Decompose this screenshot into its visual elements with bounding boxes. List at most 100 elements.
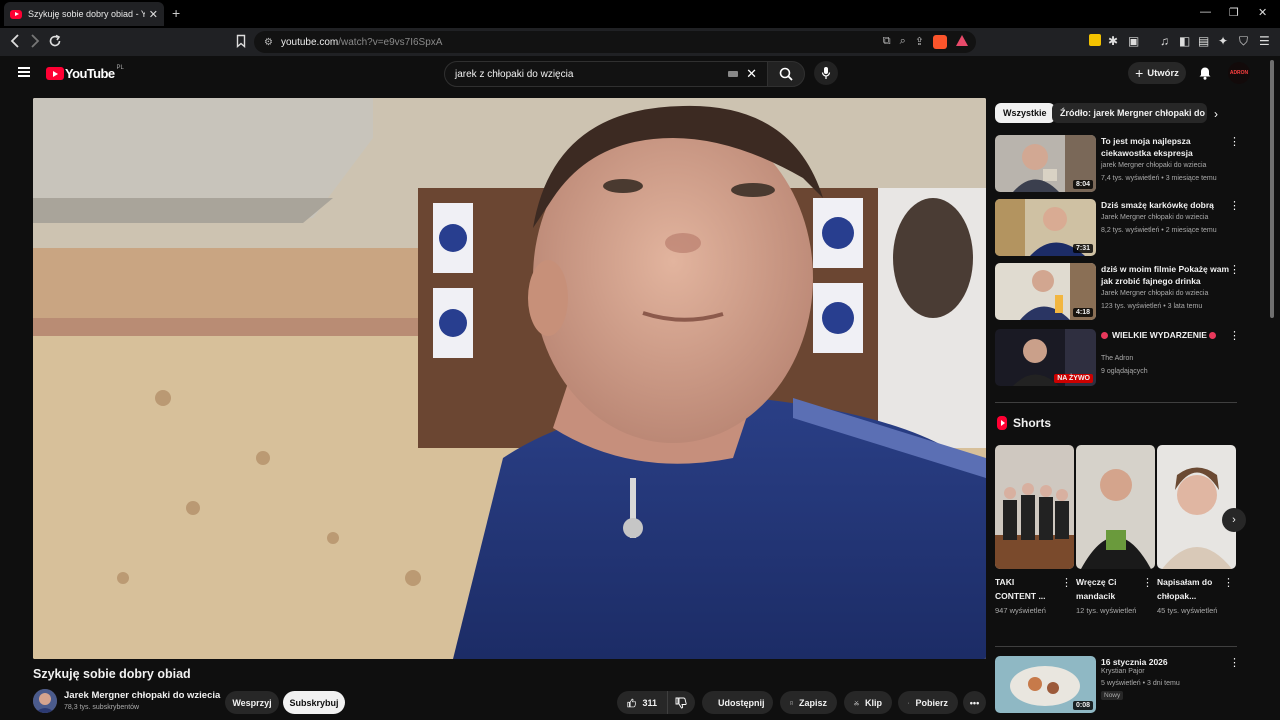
clip-label: Klip [865,697,882,708]
recommendation-item[interactable]: 7:31 Dziś smażę karkówkę dobrą Jarek Mer… [995,199,1240,259]
short-item[interactable]: Wręczę Ci mandacik 12 tys. wyświetleń ⋮ [1076,445,1155,615]
channel-avatar[interactable] [33,689,57,713]
share-page-icon[interactable]: ⇪ [915,35,924,49]
video-duration: 8:04 [1072,180,1093,189]
clip-button[interactable]: Klip [844,691,892,714]
music-icon[interactable]: ♫ [1160,34,1169,48]
search-query[interactable]: jarek z chłopaki do wzięcia [455,69,728,80]
divider [995,402,1237,403]
more-vertical-icon[interactable]: ⋮ [1142,578,1153,589]
more-vertical-icon[interactable]: ⋮ [1229,658,1240,669]
extensions-puzzle-icon[interactable]: ✱ [1108,34,1118,48]
notifications-bell-icon[interactable] [1198,65,1212,85]
reload-icon[interactable] [48,34,62,52]
extension-yellow-icon[interactable] [1089,34,1101,46]
minimize-icon[interactable]: — [1200,6,1211,18]
more-vertical-icon[interactable]: ⋮ [1229,137,1240,148]
live-dot-icon [1209,332,1217,340]
create-button[interactable]: + Utwórz [1128,62,1186,84]
video-thumbnail[interactable]: 4:18 [995,263,1096,320]
video-thumbnail[interactable]: NA ŻYWO [995,329,1096,386]
shorts-icon [997,416,1007,430]
short-views: 947 wyświetleń [995,606,1046,615]
short-title: Napisałam do chłopak... [1157,577,1213,601]
brave-shields-icon[interactable] [933,35,947,49]
shorts-next-button[interactable]: › [1222,508,1246,532]
open-in-app-icon[interactable]: ⧉ [883,35,891,49]
save-button[interactable]: Zapisz [780,691,837,714]
sidebar-toggle-icon[interactable]: ◧ [1179,34,1190,48]
recommendation-item[interactable]: 8:04 To jest moja najlepsza ciekawostka … [995,135,1240,195]
address-bar[interactable]: ⚙ youtube.com/watch?v=e9vs7I6SpxA ⧉ ⌕ ⇪ [254,31,976,53]
chip-source[interactable]: Źródło: jarek Mergner chłopaki do wzięci… [1052,103,1207,123]
guide-menu-icon[interactable] [18,67,30,77]
like-button[interactable]: 311 [617,691,667,714]
browser-menu-icon[interactable]: ☰ [1259,34,1270,48]
leo-ai-icon[interactable]: ✦ [1218,34,1228,48]
new-tab-button[interactable]: + [172,5,180,21]
youtube-logo[interactable]: YouTube PL [46,64,124,81]
wallet-icon[interactable]: ▤ [1198,34,1209,48]
support-button[interactable]: Wesprzyj [225,691,279,714]
more-actions-button[interactable]: ••• [963,691,986,714]
microphone-icon [821,67,831,79]
search-input[interactable]: jarek z chłopaki do wzięcia ✕ [444,61,768,87]
chevron-right-icon[interactable]: › [1214,107,1218,121]
close-window-icon[interactable]: ✕ [1258,6,1267,19]
logo-wordmark: YouTube [65,66,115,81]
more-vertical-icon[interactable]: ⋮ [1223,578,1234,589]
browser-tab[interactable]: Szykuję sobie dobry obiad - You ✕ [4,2,164,26]
zoom-icon[interactable]: ⌕ [900,35,906,49]
brave-rewards-icon[interactable] [956,35,968,46]
video-thumbnail[interactable]: 8:04 [995,135,1096,192]
thumbs-down-icon [675,697,687,708]
more-vertical-icon[interactable]: ⋮ [1229,265,1240,276]
youtube-header: YouTube PL jarek z chłopaki do wzięcia ✕… [0,56,1280,92]
short-item[interactable]: Napisałam do chłopak... 45 tys. wyświetl… [1157,445,1236,615]
more-vertical-icon[interactable]: ⋮ [1061,578,1072,589]
video-thumbnail[interactable]: 0:08 [995,656,1096,713]
short-thumbnail[interactable] [1157,445,1236,569]
download-icon [908,701,910,704]
create-label: Utwórz [1147,67,1179,79]
like-count: 311 [642,697,657,708]
short-thumbnail[interactable] [995,445,1074,569]
page-scrollbar[interactable] [1270,60,1274,318]
video-player[interactable] [33,98,986,659]
clear-search-icon[interactable]: ✕ [746,66,757,82]
more-vertical-icon[interactable]: ⋮ [1229,201,1240,212]
vpn-shield-icon[interactable]: ⛉ [1239,34,1248,49]
forward-icon[interactable] [30,34,40,52]
thumbs-up-icon [627,698,637,707]
account-avatar[interactable]: ADRON [1228,62,1250,84]
video-duration: 0:08 [1072,701,1093,710]
back-icon[interactable] [10,34,20,52]
channel-name[interactable]: Jarek Mergner chłopaki do wziecia [64,690,220,701]
chip-all[interactable]: Wszystkie [995,103,1055,123]
share-button[interactable]: Udostępnij [702,691,773,714]
video-thumbnail[interactable]: 7:31 [995,199,1096,256]
site-settings-icon[interactable]: ⚙ [264,37,273,48]
short-views: 45 tys. wyświetleń [1157,606,1218,615]
bookmark-icon[interactable] [236,34,246,52]
more-vertical-icon[interactable]: ⋮ [1229,331,1240,342]
extension-box-icon[interactable]: ▣ [1128,34,1139,48]
subscribe-button[interactable]: Subskrybuj [283,691,345,714]
recommendation-item[interactable]: 0:08 16 stycznia 2026 Krystian Pajor 5 w… [995,656,1240,716]
short-item[interactable]: TAKI CONTENT ... 947 wyświetleń ⋮ [995,445,1074,615]
recommendation-item[interactable]: 4:18 dziś w moim filmie Pokażę wam jak z… [995,263,1240,323]
short-thumbnail[interactable] [1076,445,1155,569]
dislike-button[interactable] [667,691,695,714]
country-code: PL [116,64,124,71]
tab-close-icon[interactable]: ✕ [149,8,158,21]
download-button[interactable]: Pobierz [898,691,958,714]
recommendation-item-live[interactable]: NA ŻYWO WIELKIE WYDARZENIE The Adron 9 o… [995,329,1240,389]
share-label: Udostępnij [718,697,765,708]
restore-icon[interactable]: ❐ [1229,6,1239,19]
voice-search-button[interactable] [814,61,838,85]
recommendation-title: 16 stycznia 2026 [1101,657,1168,667]
live-badge: NA ŻYWO [1054,374,1093,383]
search-button[interactable] [767,61,805,87]
keyboard-icon[interactable] [728,71,739,77]
save-icon [790,700,793,705]
